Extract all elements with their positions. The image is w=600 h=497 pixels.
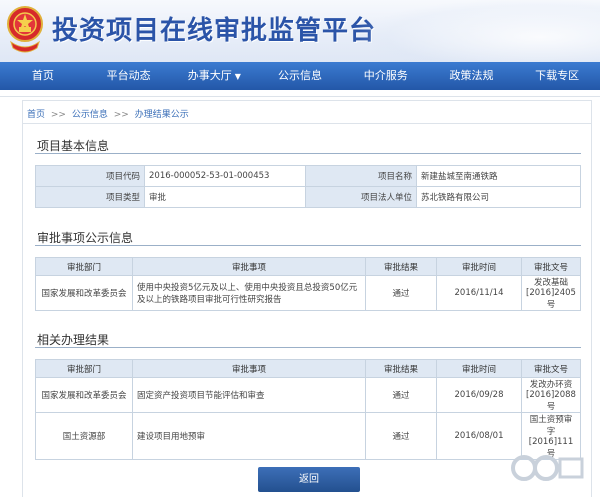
dept-cell: 国家发展和改革委员会 (35, 377, 133, 413)
doc-line: 国土资预审字 (529, 415, 573, 437)
project-type-value: 审批 (144, 186, 306, 208)
site-title: 投资项目在线审批监管平台 (52, 16, 377, 46)
breadcrumb-divider (23, 123, 591, 124)
project-name-label: 项目名称 (305, 165, 417, 187)
nav-agency-service[interactable]: 中介服务 (343, 62, 429, 90)
chevron-down-icon: ▼ (234, 72, 241, 81)
basic-info-rule (35, 153, 581, 154)
column-header: 审批时间 (436, 359, 522, 378)
column-header: 审批部门 (35, 257, 133, 276)
nav-service-hall-label: 办事大厅 (187, 69, 232, 82)
related-results-title: 相关办理结果 (37, 333, 110, 347)
breadcrumb-separator: >> (113, 110, 129, 120)
doc-line: 发改办环资 (529, 380, 573, 390)
back-button[interactable]: 返回 (258, 467, 360, 492)
doc-line: 发改基础 (533, 278, 568, 288)
nav-public-info[interactable]: 公示信息 (257, 62, 343, 90)
table-header-row: 审批部门 审批事项 审批结果 审批时间 审批文号 (35, 359, 581, 378)
item-cell: 固定资产投资项目节能评估和审查 (132, 377, 366, 413)
project-owner-value: 苏北铁路有限公司 (416, 186, 581, 208)
breadcrumb-public-info[interactable]: 公示信息 (72, 110, 108, 120)
column-header: 审批结果 (365, 257, 437, 276)
main-nav: 首页 平台动态 办事大厅 ▼ 公示信息 中介服务 政策法规 下载专区 (0, 62, 600, 90)
related-results-table: 审批部门 审批事项 审批结果 审批时间 审批文号 国家发展和改革委员会 固定资产… (35, 359, 581, 460)
nav-home[interactable]: 首页 (0, 62, 86, 90)
nav-service-hall[interactable]: 办事大厅 ▼ (171, 62, 257, 90)
approval-public-rule (35, 245, 581, 246)
project-code-label: 项目代码 (35, 165, 145, 187)
project-type-label: 项目类型 (35, 186, 145, 208)
dept-cell: 国土资源部 (35, 412, 133, 460)
project-owner-label: 项目法人单位 (305, 186, 417, 208)
related-results-rule (35, 347, 581, 348)
content-top-border (0, 96, 600, 97)
doc-line: [2016]2088号 (526, 390, 576, 412)
breadcrumb: 首页 >> 公示信息 >> 办理结果公示 (27, 107, 192, 120)
doc-line: [2016]2405号 (526, 288, 576, 310)
table-row: 项目类型 审批 项目法人单位 苏北铁路有限公司 (35, 186, 581, 208)
breadcrumb-current[interactable]: 办理结果公示 (135, 110, 189, 120)
result-cell: 通过 (365, 377, 437, 413)
result-cell: 通过 (365, 275, 437, 311)
basic-info-table: 项目代码 2016-000052-53-01-000453 项目名称 新建盐城至… (35, 165, 581, 208)
date-cell: 2016/11/14 (436, 275, 522, 311)
column-header: 审批结果 (365, 359, 437, 378)
column-header: 审批文号 (521, 359, 581, 378)
breadcrumb-home[interactable]: 首页 (27, 110, 45, 120)
item-cell: 建设项目用地预审 (132, 412, 366, 460)
table-row: 国土资源部 建设项目用地预审 通过 2016/08/01 国土资预审字 [2016… (35, 412, 581, 460)
header-decoration (360, 0, 600, 62)
table-row: 项目代码 2016-000052-53-01-000453 项目名称 新建盐城至… (35, 165, 581, 187)
doc-cell: 发改办环资 [2016]2088号 (521, 377, 581, 413)
dept-cell: 国家发展和改革委员会 (35, 275, 133, 311)
nav-download[interactable]: 下载专区 (514, 62, 600, 90)
doc-cell: 发改基础 [2016]2405号 (521, 275, 581, 311)
basic-info-title: 项目基本信息 (37, 139, 110, 153)
column-header: 审批时间 (436, 257, 522, 276)
approval-public-title: 审批事项公示信息 (37, 231, 134, 245)
column-header: 审批事项 (132, 359, 366, 378)
item-cell: 使用中央投资5亿元及以上、使用中央投资且总投资50亿元 及以上的铁路项目审批可行性… (132, 275, 366, 311)
project-code-value: 2016-000052-53-01-000453 (144, 165, 306, 187)
column-header: 审批部门 (35, 359, 133, 378)
date-cell: 2016/09/28 (436, 377, 522, 413)
approval-public-table: 审批部门 审批事项 审批结果 审批时间 审批文号 国家发展和改革委员会 使用中央… (35, 257, 581, 311)
item-line: 使用中央投资5亿元及以上、使用中央投资且总投资50亿元 (137, 283, 358, 293)
watermark-logo-icon (511, 455, 584, 481)
national-emblem-icon (7, 6, 43, 53)
site-header: 投资项目在线审批监管平台 (0, 0, 600, 62)
column-header: 审批事项 (132, 257, 366, 276)
table-header-row: 审批部门 审批事项 审批结果 审批时间 审批文号 (35, 257, 581, 276)
content-panel: 首页 >> 公示信息 >> 办理结果公示 项目基本信息 项目代码 2016-00… (22, 100, 592, 497)
result-cell: 通过 (365, 412, 437, 460)
nav-policy[interactable]: 政策法规 (429, 62, 515, 90)
table-row: 国家发展和改革委员会 使用中央投资5亿元及以上、使用中央投资且总投资50亿元 及以… (35, 275, 581, 311)
column-header: 审批文号 (521, 257, 581, 276)
table-row: 国家发展和改革委员会 固定资产投资项目节能评估和审查 通过 2016/09/28… (35, 377, 581, 413)
item-line: 及以上的铁路项目审批可行性研究报告 (137, 295, 282, 305)
nav-platform-news[interactable]: 平台动态 (86, 62, 172, 90)
breadcrumb-separator: >> (50, 110, 66, 120)
project-name-value: 新建盐城至南通铁路 (416, 165, 581, 187)
date-cell: 2016/08/01 (436, 412, 522, 460)
